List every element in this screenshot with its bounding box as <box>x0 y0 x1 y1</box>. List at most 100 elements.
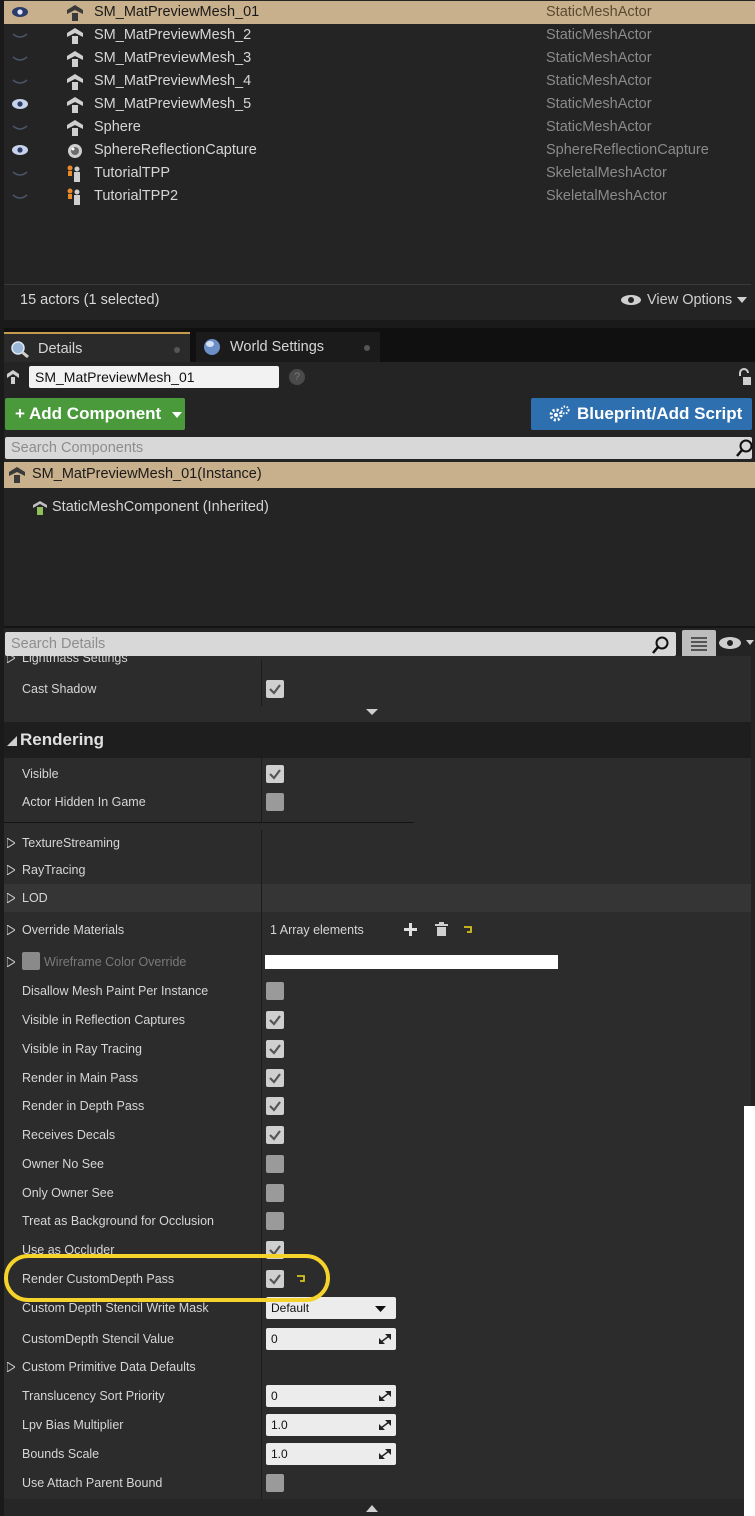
outliner-row[interactable]: TutorialTPP SkeletalMeshActor <box>4 162 755 185</box>
static-mesh-actor-icon <box>67 5 83 21</box>
rendering-header[interactable]: Rendering <box>4 722 751 758</box>
prop-label: Visible in Ray Tracing <box>22 1041 142 1056</box>
color-swatch[interactable] <box>265 955 558 969</box>
checkbox[interactable] <box>266 1096 284 1115</box>
outliner-row[interactable]: SM_MatPreviewMesh_01 StaticMeshActor <box>4 1 755 24</box>
trash-icon[interactable] <box>435 922 448 936</box>
search-details-input[interactable]: Search Details <box>5 632 676 656</box>
number-field[interactable]: 1.0 <box>266 1413 396 1436</box>
outliner-divider <box>4 284 751 285</box>
checkbox[interactable] <box>266 1183 284 1202</box>
view-options-button[interactable]: View Options <box>620 292 748 308</box>
help-icon[interactable]: ? <box>289 369 305 385</box>
checkbox[interactable] <box>266 981 284 1000</box>
eye-closed-icon[interactable] <box>12 52 28 64</box>
checkbox[interactable] <box>266 1125 284 1144</box>
prop-row-cast-shadow: Cast Shadow <box>4 675 751 703</box>
prop-row-lightmass-settings: Lightmass Settings <box>4 656 751 666</box>
search-components-input[interactable]: Search Components <box>5 437 752 459</box>
checkbox[interactable] <box>266 1010 284 1029</box>
component-instance-row[interactable]: SM_MatPreviewMesh_01(Instance) <box>4 462 755 488</box>
splitter[interactable] <box>4 626 755 628</box>
expand-arrow-icon[interactable] <box>7 925 15 935</box>
eye-closed-icon[interactable] <box>12 190 28 202</box>
checkbox[interactable] <box>266 793 284 811</box>
actor-name: Sphere <box>94 119 141 135</box>
tab-details[interactable]: Details <box>4 332 190 362</box>
checkbox[interactable] <box>266 1068 284 1087</box>
column-divider[interactable] <box>261 830 262 1499</box>
prop-label: LOD <box>22 891 48 905</box>
actor-name: SM_MatPreviewMesh_4 <box>94 73 252 89</box>
eye-closed-icon[interactable] <box>12 167 28 179</box>
prop-row-owner-no-see: Owner No See <box>4 1149 751 1178</box>
eye-icon[interactable] <box>12 98 28 110</box>
prop-label: Lpv Bias Multiplier <box>22 1417 124 1432</box>
close-tab-icon[interactable] <box>364 345 370 351</box>
actor-name: SM_MatPreviewMesh_01 <box>94 4 260 20</box>
actor-type: SphereReflectionCapture <box>546 142 709 158</box>
prop-label: Use Attach Parent Bound <box>22 1475 163 1490</box>
blueprint-add-script-button[interactable]: Blueprint/Add Script <box>531 398 752 430</box>
visibility-filter-icon[interactable] <box>718 636 755 650</box>
property-matrix-button[interactable] <box>682 630 716 658</box>
component-instance-label: SM_MatPreviewMesh_01(Instance) <box>32 466 262 482</box>
eye-closed-icon[interactable] <box>12 29 28 41</box>
details-tab-bar: Details World Settings <box>4 328 755 362</box>
number-field[interactable]: 0 <box>266 1384 396 1407</box>
expand-arrow-icon[interactable] <box>7 893 15 903</box>
expand-arrow-icon[interactable] <box>7 1362 15 1372</box>
checkbox[interactable] <box>266 1039 284 1058</box>
tab-details-label: Details <box>38 341 83 357</box>
checkbox[interactable] <box>266 1211 284 1230</box>
static-mesh-actor-icon <box>67 74 83 90</box>
prop-label: Cast Shadow <box>22 682 97 696</box>
eye-closed-icon[interactable] <box>12 121 28 133</box>
close-tab-icon[interactable] <box>174 347 180 353</box>
number-field[interactable]: 0 <box>266 1327 396 1350</box>
expand-arrow-icon[interactable] <box>7 656 15 663</box>
column-divider[interactable] <box>261 660 262 706</box>
globe-icon <box>204 339 220 355</box>
field-value: 0 <box>271 1388 278 1403</box>
checkbox[interactable] <box>266 1473 284 1492</box>
magnifier-icon <box>11 341 29 358</box>
checkbox[interactable] <box>266 1154 284 1173</box>
reset-to-default-icon[interactable] <box>463 926 473 934</box>
expand-arrow-icon[interactable] <box>7 865 15 875</box>
number-field[interactable]: 1.0 <box>266 1442 396 1465</box>
prop-row-disallow-mesh-paint: Disallow Mesh Paint Per Instance <box>4 976 751 1005</box>
static-mesh-component-row[interactable]: StaticMeshComponent (Inherited) <box>30 496 269 518</box>
plus-icon[interactable] <box>404 923 417 936</box>
outliner-row[interactable]: SM_MatPreviewMesh_3 StaticMeshActor <box>4 47 755 70</box>
view-options-label: View Options <box>647 292 733 308</box>
actor-name-field[interactable]: SM_MatPreviewMesh_01 <box>29 366 279 388</box>
caret-down-icon <box>171 411 182 418</box>
outliner-row[interactable]: SphereReflectionCapture SphereReflectionC… <box>4 139 755 162</box>
actor-name: TutorialTPP2 <box>94 188 179 204</box>
outliner-row[interactable]: SM_MatPreviewMesh_2 StaticMeshActor <box>4 24 755 47</box>
tab-world-settings[interactable]: World Settings <box>196 332 380 362</box>
add-component-button[interactable]: + Add Component <box>5 398 185 430</box>
checkbox[interactable] <box>266 765 284 783</box>
advanced-collapse-toggle[interactable] <box>4 1499 751 1516</box>
prop-row-receives-decals: Receives Decals <box>4 1120 751 1149</box>
checkbox[interactable] <box>22 952 40 970</box>
eye-icon[interactable] <box>12 144 28 156</box>
outliner-row[interactable]: TutorialTPP2 SkeletalMeshActor <box>4 185 755 208</box>
expand-arrow-icon[interactable] <box>7 957 15 967</box>
eye-closed-icon[interactable] <box>12 75 28 87</box>
outliner-row[interactable]: Sphere StaticMeshActor <box>4 116 755 139</box>
search-icon <box>736 439 753 457</box>
static-mesh-actor-icon <box>67 120 83 136</box>
chevron-down-icon <box>366 709 378 715</box>
column-divider[interactable] <box>261 722 262 822</box>
lock-icon[interactable] <box>736 368 752 386</box>
caret-down-icon <box>375 1306 386 1312</box>
expand-arrow-icon[interactable] <box>7 838 15 848</box>
advanced-toggle[interactable] <box>4 705 751 721</box>
eye-icon[interactable] <box>12 6 28 18</box>
outliner-row[interactable]: SM_MatPreviewMesh_5 StaticMeshActor <box>4 93 755 116</box>
checkbox[interactable] <box>266 680 284 698</box>
outliner-row[interactable]: SM_MatPreviewMesh_4 StaticMeshActor <box>4 70 755 93</box>
